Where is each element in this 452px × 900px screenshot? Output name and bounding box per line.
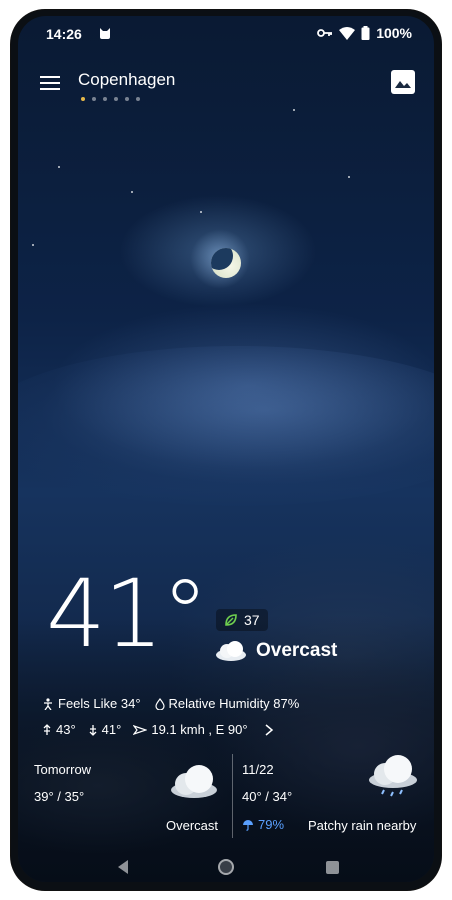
- page-dot: [114, 97, 118, 101]
- cloud-icon: [216, 641, 246, 661]
- umbrella-icon: [243, 819, 253, 831]
- vpn-key-icon: [317, 29, 333, 37]
- arrow-up-icon: [43, 723, 51, 735]
- wind: 19.1 kmh , E 90°: [133, 722, 248, 737]
- humidity: Relative Humidity 87%: [154, 696, 300, 711]
- city-name[interactable]: Copenhagen: [78, 70, 175, 90]
- person-icon: [44, 697, 52, 710]
- forecast-next-date: 11/22: [242, 762, 274, 777]
- forecast-tomorrow-condition: Overcast: [166, 818, 219, 833]
- cloud-background: [18, 346, 434, 506]
- feels-like-label: Feels Like 34°: [58, 696, 141, 711]
- current-condition: Overcast: [214, 640, 337, 662]
- page-dot: [92, 97, 96, 101]
- nav-back-icon[interactable]: [116, 859, 130, 875]
- forecast-divider: [232, 754, 233, 838]
- droplet-icon: [154, 697, 165, 710]
- details-row: Feels Like 34° Relative Humidity 87%: [42, 696, 299, 711]
- status-time: 14:26: [46, 26, 82, 42]
- cat-icon: [100, 28, 110, 39]
- wind-value: 19.1 kmh , E 90°: [151, 722, 248, 737]
- leaf-icon: [225, 614, 237, 626]
- air-quality-badge[interactable]: 37: [216, 609, 268, 631]
- location-page-indicator: [81, 97, 140, 101]
- wifi-icon: [339, 26, 356, 40]
- wallpaper-button[interactable]: [391, 70, 415, 94]
- status-bar: 14:26 100%: [18, 16, 434, 52]
- page-dot: [103, 97, 107, 101]
- image-icon: [395, 81, 411, 88]
- forecast-tomorrow-temps: 39° / 35°: [34, 789, 85, 804]
- forecast-next-precip: 79%: [242, 817, 284, 832]
- high-temp-value: 43°: [56, 722, 76, 737]
- feels-like: Feels Like 34°: [42, 696, 141, 711]
- cloud-icon: [171, 765, 217, 798]
- precip-value: 79%: [258, 817, 285, 832]
- humidity-label: Relative Humidity 87%: [168, 696, 300, 711]
- hamburger-menu-icon[interactable]: [40, 76, 60, 92]
- forecast-next-condition: Patchy rain nearby: [308, 818, 417, 833]
- details-row-2[interactable]: 43° 41° 19.1 kmh , E 90°: [42, 722, 274, 737]
- aqi-value: 37: [244, 612, 260, 628]
- condition-label: Overcast: [256, 640, 338, 661]
- status-icons: 100%: [317, 25, 412, 41]
- cloud-rain-icon: [369, 755, 417, 797]
- low-temp-value: 41°: [101, 722, 122, 737]
- chevron-right-icon[interactable]: [264, 723, 274, 736]
- page-dot: [136, 97, 140, 101]
- nav-recents-button[interactable]: [326, 861, 339, 874]
- phone-frame: 14:26 100% Copenhagen 41° 37 Overcast Fe…: [11, 10, 441, 890]
- current-temperature: 41°: [46, 560, 209, 669]
- wind-direction-icon: [133, 724, 148, 735]
- moon-icon: [211, 248, 241, 278]
- arrow-down-icon: [89, 724, 97, 736]
- weather-screen: 14:26 100% Copenhagen 41° 37 Overcast Fe…: [18, 16, 434, 882]
- high-temp: 43°: [42, 722, 76, 737]
- page-dot: [125, 97, 129, 101]
- forecast-tomorrow-label: Tomorrow: [34, 762, 92, 777]
- page-dot: [81, 97, 85, 101]
- battery-percentage: 100%: [376, 25, 412, 41]
- low-temp: 41°: [88, 722, 122, 737]
- battery-icon: [361, 26, 370, 40]
- forecast-next-temps: 40° / 34°: [242, 789, 293, 804]
- nav-home-button[interactable]: [218, 859, 234, 875]
